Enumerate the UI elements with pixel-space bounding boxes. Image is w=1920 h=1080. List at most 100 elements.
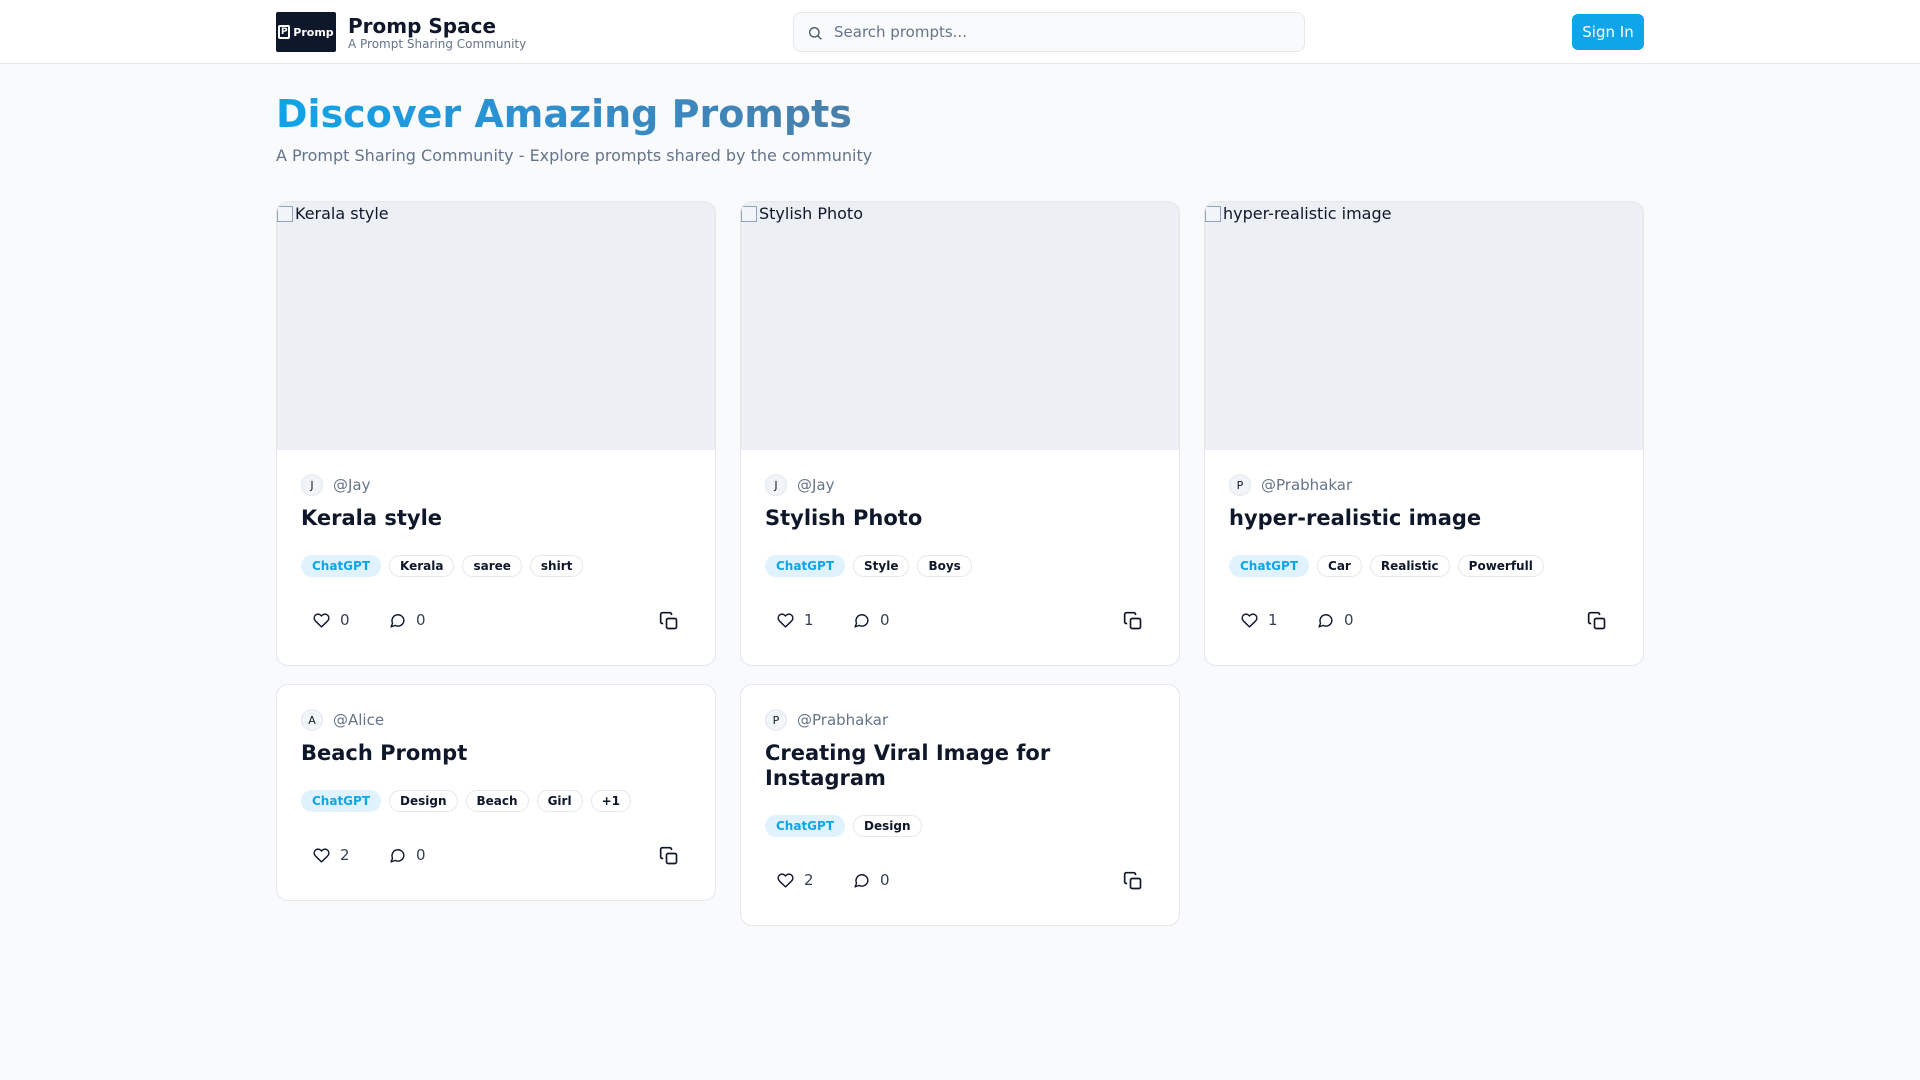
author-handle[interactable]: @Jay (333, 476, 371, 494)
like-count: 1 (804, 611, 814, 629)
author[interactable]: J @Jay (301, 474, 691, 496)
like-count: 0 (340, 611, 350, 629)
card-actions: 1 0 (765, 601, 1155, 641)
brand-title[interactable]: Promp Space (348, 14, 496, 38)
comment-count: 0 (416, 611, 426, 629)
search-box (793, 12, 1305, 52)
avatar: P (765, 709, 787, 731)
tag[interactable]: Realistic (1369, 555, 1450, 577)
author[interactable]: A @Alice (301, 709, 691, 731)
heart-icon (313, 612, 330, 628)
message-circle-icon (854, 873, 869, 888)
message-circle-icon (1318, 613, 1333, 628)
card-actions: 0 0 (301, 601, 691, 641)
tag[interactable]: Kerala (389, 555, 455, 577)
prompt-title[interactable]: Beach Prompt (301, 741, 691, 766)
copy-icon[interactable] (1123, 611, 1143, 631)
prompt-title[interactable]: Creating Viral Image for Instagram (765, 741, 1065, 791)
page-subtitle: A Prompt Sharing Community - Explore pro… (276, 146, 873, 165)
tag-list: ChatGPT Style Boys (765, 555, 1155, 577)
prompt-card[interactable]: hyper-realistic image P @Prabhakar hyper… (1204, 201, 1644, 666)
message-circle-icon (854, 613, 869, 628)
tag-list: ChatGPT Kerala saree shirt (301, 555, 691, 577)
comment-button[interactable]: 0 (1317, 611, 1354, 629)
comment-count: 0 (880, 611, 890, 629)
image-alt-text: hyper-realistic image (1223, 204, 1392, 223)
prompt-card[interactable]: Stylish Photo J @Jay Stylish Photo ChatG… (740, 201, 1180, 666)
comment-count: 0 (1344, 611, 1354, 629)
comment-button[interactable]: 0 (389, 846, 426, 864)
heart-icon (777, 872, 794, 888)
tag[interactable]: Girl (536, 790, 583, 812)
tag-model[interactable]: ChatGPT (765, 555, 846, 577)
prompt-image[interactable]: Stylish Photo (741, 202, 1179, 450)
prompt-image[interactable]: hyper-realistic image (1205, 202, 1643, 450)
search-input[interactable] (834, 13, 1294, 51)
comment-count: 0 (416, 846, 426, 864)
copy-icon[interactable] (1587, 611, 1607, 631)
author-handle[interactable]: @Jay (797, 476, 835, 494)
like-count: 2 (340, 846, 350, 864)
tag-model[interactable]: ChatGPT (1229, 555, 1310, 577)
heart-icon (777, 612, 794, 628)
tag[interactable]: Style (853, 555, 910, 577)
tag[interactable]: Powerfull (1457, 555, 1544, 577)
search-icon (809, 27, 822, 40)
prompt-title[interactable]: Kerala style (301, 506, 691, 531)
tag[interactable]: Design (853, 815, 922, 837)
like-count: 2 (804, 871, 814, 889)
tag-more[interactable]: +1 (590, 790, 631, 812)
heart-icon (1241, 612, 1258, 628)
prompt-card[interactable]: A @Alice Beach Prompt ChatGPT Design Bea… (276, 684, 716, 901)
author[interactable]: P @Prabhakar (1229, 474, 1619, 496)
copy-icon[interactable] (659, 611, 679, 631)
prompt-title[interactable]: hyper-realistic image (1229, 506, 1619, 531)
tag[interactable]: Beach (465, 790, 529, 812)
sign-in-button[interactable]: Sign In (1572, 14, 1644, 50)
avatar: A (301, 709, 323, 731)
tag-model[interactable]: ChatGPT (301, 555, 382, 577)
heart-icon (313, 847, 330, 863)
message-circle-icon (390, 613, 405, 628)
comment-button[interactable]: 0 (389, 611, 426, 629)
top-header: P Promp Promp Space A Prompt Sharing Com… (0, 0, 1920, 64)
tag[interactable]: Design (389, 790, 458, 812)
tag-list: ChatGPT Design (765, 815, 1155, 837)
like-button[interactable]: 1 (777, 611, 814, 629)
author-handle[interactable]: @Prabhakar (797, 711, 888, 729)
copy-icon[interactable] (659, 846, 679, 866)
prompt-card[interactable]: P @Prabhakar Creating Viral Image for In… (740, 684, 1180, 926)
image-alt-text: Kerala style (295, 204, 389, 223)
tag[interactable]: saree (462, 555, 522, 577)
copy-icon[interactable] (1123, 871, 1143, 891)
author-handle[interactable]: @Prabhakar (1261, 476, 1352, 494)
prompt-image[interactable]: Kerala style (277, 202, 715, 450)
prompt-title[interactable]: Stylish Photo (765, 506, 1155, 531)
logo-icon: P (278, 25, 291, 39)
like-button[interactable]: 2 (313, 846, 350, 864)
tag[interactable]: shirt (529, 555, 584, 577)
author[interactable]: P @Prabhakar (765, 709, 1155, 731)
tag-list: ChatGPT Car Realistic Powerfull (1229, 555, 1619, 577)
tag-model[interactable]: ChatGPT (301, 790, 382, 812)
card-actions: 2 0 (301, 836, 691, 876)
brand-subtitle: A Prompt Sharing Community (348, 37, 527, 51)
tag[interactable]: Boys (917, 555, 972, 577)
author[interactable]: J @Jay (765, 474, 1155, 496)
tag-model[interactable]: ChatGPT (765, 815, 846, 837)
like-button[interactable]: 2 (777, 871, 814, 889)
prompt-card[interactable]: Kerala style J @Jay Kerala style ChatGPT… (276, 201, 716, 666)
like-button[interactable]: 0 (313, 611, 350, 629)
comment-button[interactable]: 0 (853, 871, 890, 889)
like-count: 1 (1268, 611, 1278, 629)
comment-button[interactable]: 0 (853, 611, 890, 629)
logo[interactable]: P Promp (276, 12, 336, 52)
card-actions: 1 0 (1229, 601, 1619, 641)
logo-text: Promp (293, 25, 334, 39)
like-button[interactable]: 1 (1241, 611, 1278, 629)
page-title: Discover Amazing Prompts (276, 92, 852, 136)
comment-count: 0 (880, 871, 890, 889)
avatar: J (301, 474, 323, 496)
author-handle[interactable]: @Alice (333, 711, 384, 729)
tag[interactable]: Car (1317, 555, 1362, 577)
